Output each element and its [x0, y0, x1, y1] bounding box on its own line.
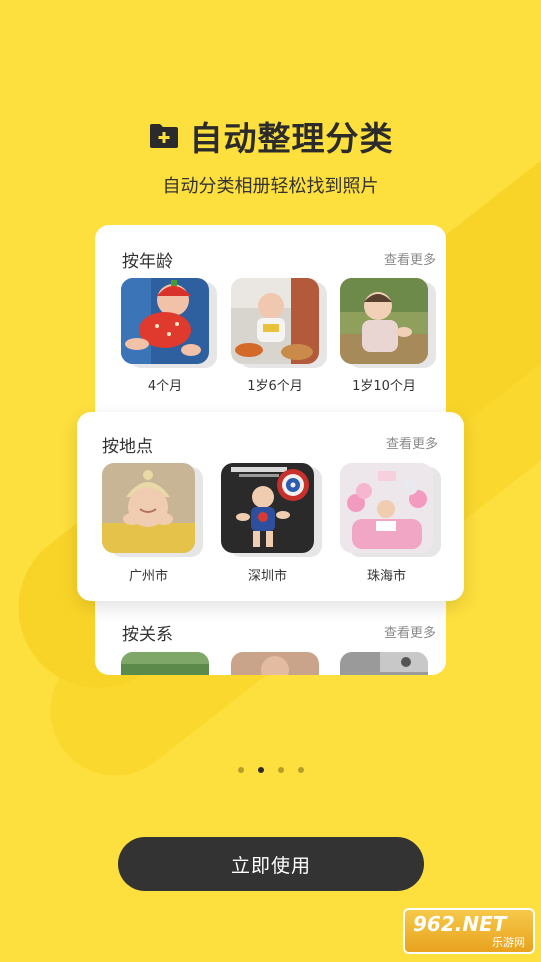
- view-more-relation[interactable]: 查看更多: [384, 622, 436, 641]
- baby-photo: [340, 463, 433, 553]
- view-more-location[interactable]: 查看更多: [386, 433, 438, 452]
- page-indicator: [0, 767, 541, 773]
- watermark-top: 962.NET: [413, 912, 507, 936]
- baby-photo: [221, 463, 314, 553]
- location-card: 按地点 查看更多 广州市 深圳市 珠海市: [77, 412, 464, 601]
- page-dot[interactable]: [297, 767, 304, 773]
- photo: [121, 652, 209, 675]
- watermark-bottom: 乐游网: [492, 936, 525, 949]
- page-dot[interactable]: [237, 767, 244, 773]
- start-button[interactable]: 立即使用: [118, 837, 424, 891]
- view-more-age[interactable]: 查看更多: [384, 249, 436, 268]
- baby-photo: [121, 278, 209, 364]
- photo: [340, 652, 428, 675]
- section-title-location: 按地点: [102, 437, 153, 457]
- photo-caption: 深圳市: [247, 569, 287, 584]
- page-subtitle: 自动分类相册轻松找到照片: [162, 176, 379, 197]
- baby-photo: [102, 463, 195, 553]
- photo-caption: 广州市: [128, 569, 168, 584]
- folder-add-icon: [149, 124, 178, 148]
- baby-photo: [340, 278, 428, 364]
- page-dot[interactable]: [277, 767, 284, 773]
- photo: [231, 652, 319, 675]
- baby-photo: [231, 278, 319, 364]
- photo-caption: 1岁10个月: [352, 379, 416, 394]
- photo-caption: 1岁6个月: [247, 379, 303, 394]
- page-title: 自动整理分类: [189, 119, 394, 158]
- photo-caption: 珠海市: [366, 569, 406, 584]
- section-title-age: 按年龄: [122, 252, 173, 272]
- header: 自动整理分类: [0, 112, 541, 160]
- section-title-relation: 按关系: [122, 625, 173, 645]
- page-dot-active[interactable]: [257, 767, 264, 773]
- watermark-logo: 962.NET 乐游网: [403, 908, 535, 954]
- photo-caption: 4个月: [147, 379, 183, 394]
